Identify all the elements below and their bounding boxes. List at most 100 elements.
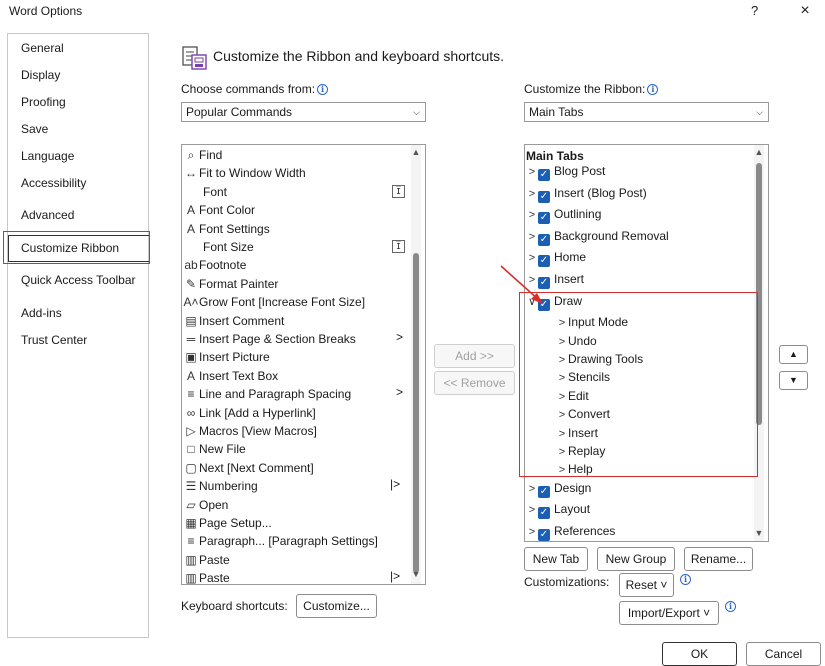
checkbox-checked-icon[interactable]: ✓ (538, 485, 550, 498)
chevron-right-icon[interactable]: > (526, 523, 538, 541)
command-item[interactable]: Font Size (183, 238, 254, 256)
ribbon-tab-item[interactable]: > ✓ Design (526, 479, 591, 498)
command-item[interactable]: ▱ Open (183, 496, 228, 514)
chevron-right-icon[interactable]: > (526, 480, 538, 498)
command-item[interactable]: ▥ Paste (183, 569, 229, 585)
command-item[interactable]: □ New File (183, 440, 246, 458)
command-item[interactable]: ✎ Format Painter (183, 275, 278, 293)
new-tab-button[interactable]: New Tab (524, 547, 588, 571)
rename-button[interactable]: Rename... (684, 547, 753, 571)
nav-item-add-ins[interactable]: Add-ins (21, 306, 62, 320)
command-item[interactable]: abFootnote (183, 256, 246, 274)
command-item[interactable]: ☰ Numbering (183, 477, 258, 495)
command-item[interactable]: ▥ Paste (183, 551, 229, 569)
keyboard-shortcuts-label: Keyboard shortcuts: (181, 599, 288, 613)
window-title: Word Options (9, 4, 83, 18)
info-icon[interactable]: i (317, 84, 329, 95)
command-label: Fit to Window Width (199, 166, 306, 181)
nav-item-accessibility[interactable]: Accessibility (21, 176, 86, 190)
commands-scroll-thumb[interactable] (413, 253, 419, 573)
text-box-icon: A (186, 368, 195, 383)
nav-item-proofing[interactable]: Proofing (21, 95, 66, 109)
chevron-right-icon[interactable]: > (526, 185, 538, 203)
ribbon-tab-item[interactable]: > ✓ References (526, 522, 615, 541)
commands-scrollbar[interactable]: ▲ ▼ (411, 145, 421, 584)
close-button[interactable]: × (795, 0, 815, 22)
command-item[interactable]: ▦ Page Setup... (183, 514, 271, 532)
checkbox-checked-icon[interactable]: ✓ (538, 190, 550, 203)
info-icon[interactable]: i (647, 84, 659, 95)
command-item[interactable]: ≡ Paragraph... [Paragraph Settings] (183, 532, 377, 550)
new-group-button[interactable]: New Group (597, 547, 675, 571)
commands-source-value: Popular Commands (186, 105, 293, 119)
ribbon-tab-item[interactable]: > ✓ Blog Post (526, 162, 605, 181)
move-up-button[interactable]: ▲ (779, 345, 808, 364)
command-item[interactable]: ▣ Insert Picture (183, 348, 270, 366)
add-button[interactable]: Add >> (434, 344, 515, 368)
command-item[interactable]: ⌕ Find (183, 146, 223, 164)
ribbon-item-label: Background Removal (554, 228, 669, 243)
commands-list[interactable]: ⌕ Find ↔ Fit to Window Width Font I̅ A Font Col… (181, 144, 426, 585)
scroll-down-icon[interactable]: ▼ (754, 528, 764, 538)
scroll-up-icon[interactable]: ▲ (754, 147, 764, 157)
checkbox-checked-icon[interactable]: ✓ (538, 529, 550, 541)
ribbon-tab-item[interactable]: > ✓ Layout (526, 500, 590, 520)
chevron-right-icon[interactable]: > (526, 228, 538, 246)
move-down-button[interactable]: ▼ (779, 371, 808, 390)
ribbon-tab-item[interactable]: > ✓ Outlining (526, 205, 601, 225)
ribbon-tab-item[interactable]: > ✓ Insert (Blog Post) (526, 184, 647, 203)
command-item[interactable]: ▢ Next [Next Comment] (183, 459, 313, 477)
nav-item-advanced[interactable]: Advanced (21, 208, 74, 222)
chevron-right-icon[interactable]: > (526, 206, 538, 224)
command-item[interactable]: ↔ Fit to Window Width (183, 164, 306, 182)
info-icon[interactable]: i (680, 574, 691, 585)
command-item[interactable]: A Font Color (183, 201, 255, 219)
checkbox-checked-icon[interactable]: ✓ (538, 169, 550, 181)
chevron-right-icon[interactable]: > (526, 501, 538, 519)
reset-button[interactable]: Reset ˅ (619, 573, 674, 597)
command-item[interactable]: ▤ Insert Comment (183, 312, 284, 330)
cancel-button[interactable]: Cancel (746, 642, 821, 666)
command-item[interactable]: ∞ Link [Add a Hyperlink] (183, 404, 316, 422)
text-field-icon: I̅ (392, 240, 405, 253)
ribbon-item-label: Home (554, 250, 587, 265)
help-button[interactable]: ? (751, 3, 758, 18)
scroll-down-icon[interactable]: ▼ (411, 569, 421, 579)
nav-item-general[interactable]: General (21, 41, 64, 55)
commands-source-select[interactable]: Popular Commands ⌵ (181, 102, 426, 122)
nav-item-save[interactable]: Save (21, 122, 48, 136)
nav-item-display[interactable]: Display (21, 68, 60, 82)
chevron-right-icon[interactable]: > (526, 163, 538, 181)
nav-item-language[interactable]: Language (21, 149, 74, 163)
nav-item-quick-access-toolbar[interactable]: Quick Access Toolbar (21, 273, 136, 287)
command-label: New File (199, 442, 246, 457)
command-item[interactable]: A Font Settings (183, 220, 270, 238)
info-icon[interactable]: i (725, 601, 736, 612)
command-item[interactable]: Font (183, 183, 227, 201)
nav-item-trust-center[interactable]: Trust Center (21, 333, 87, 347)
remove-button[interactable]: << Remove (434, 371, 515, 395)
ribbon-tabs-select[interactable]: Main Tabs ⌵ (524, 102, 769, 122)
scroll-up-icon[interactable]: ▲ (411, 147, 421, 157)
checkbox-checked-icon[interactable]: ✓ (538, 233, 550, 246)
checkbox-checked-icon[interactable]: ✓ (538, 507, 550, 520)
command-item[interactable]: ▷ Macros [View Macros] (183, 422, 316, 440)
import-export-button[interactable]: Import/Export ˅ (619, 601, 719, 625)
page-break-icon: ═ (186, 332, 196, 346)
command-label: Insert Picture (199, 350, 270, 365)
command-label: Line and Paragraph Spacing (199, 387, 352, 402)
ok-button[interactable]: OK (662, 642, 737, 666)
ribbon-tab-item[interactable]: > ✓ Background Removal (526, 227, 669, 246)
command-item[interactable]: ≡ Line and Paragraph Spacing (183, 385, 351, 403)
paste-icon: ▥ (185, 571, 197, 585)
find-icon: ⌕ (187, 148, 195, 162)
customize-ribbon-label: Customize the Ribbon: i (524, 82, 659, 96)
command-label: Open (199, 497, 229, 512)
checkbox-checked-icon[interactable]: ✓ (538, 212, 550, 225)
command-item[interactable]: A˄Grow Font [Increase Font Size] (183, 293, 365, 311)
customize-shortcuts-button[interactable]: Customize... (296, 594, 377, 618)
command-item[interactable]: A Insert Text Box (183, 367, 278, 385)
command-label: Link [Add a Hyperlink] (199, 405, 316, 420)
highlight-box-draw (519, 292, 758, 477)
command-item[interactable]: ═ Insert Page & Section Breaks (183, 330, 356, 348)
